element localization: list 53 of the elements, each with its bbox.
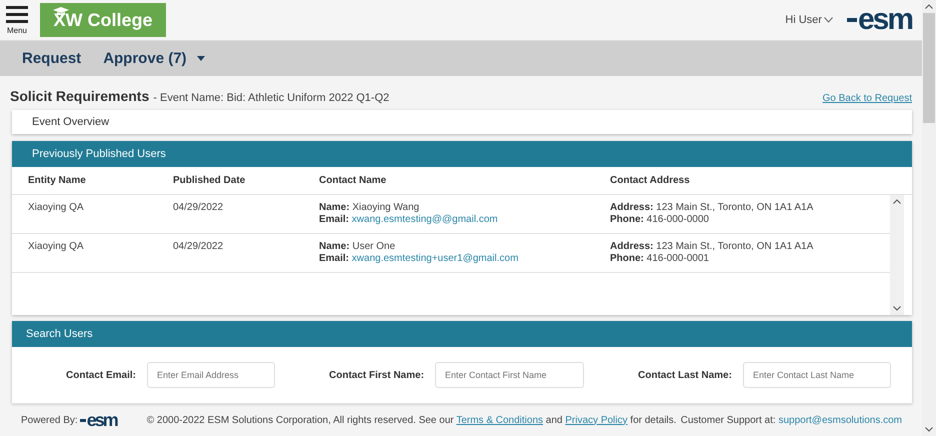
panel-header: Search Users — [12, 321, 912, 347]
chevron-up-icon — [925, 4, 933, 9]
contact-name: Name: Xiaoying Wang — [319, 202, 420, 213]
contact-email: Email: xwang.esmtesting+user1@gmail.com — [319, 253, 520, 264]
table-cell-text: Xiaoying QA — [28, 202, 85, 213]
nav-menu-item[interactable]: Approve (7) — [103, 50, 205, 67]
column-header: Contact Address — [610, 175, 691, 186]
contact-phone: Phone: 416-000-0000 — [610, 214, 710, 225]
input-field[interactable]: Enter Email Address — [147, 362, 276, 388]
chevron-down-icon — [824, 17, 833, 23]
event-name: - Event Name: Bid: Athletic Uniform 2022 Q1-Q2 — [153, 92, 390, 104]
email-link[interactable]: xwang.esmtesting+user1@gmail.com — [352, 253, 518, 264]
menu-icon — [6, 6, 28, 22]
field-label: Contact Email: — [66, 370, 136, 380]
column-header: Published Date — [173, 175, 246, 186]
user-menu[interactable]: Hi User — [785, 14, 833, 26]
panel-header: Previously Published Users — [12, 141, 912, 167]
chevron-up-icon — [893, 199, 901, 204]
terms-link[interactable]: Terms & Conditions — [456, 414, 544, 426]
contact-address: Address: 123 Main St., Toronto, ON 1A1 A1A — [610, 241, 814, 252]
brand-logo[interactable]: esm — [846, 5, 912, 35]
menu-button[interactable]: Menu — [6, 6, 28, 34]
input-field[interactable]: Enter Contact Last Name — [742, 362, 891, 388]
page-title: Solicit Requirements — [10, 88, 150, 104]
support-text: Customer Support at: support@esmsolutions.com — [680, 414, 902, 426]
contact-address: Address: 123 Main St., Toronto, ON 1A1 A1A — [610, 202, 814, 213]
copyright-text: © 2000-2022 ESM Solutions Corporation, All rights reserved. See our Terms & Conditions and Privacy Policy for details. — [146, 414, 676, 426]
contact-email: Email: xwang.esmtesting@@gmail.com — [319, 214, 499, 225]
graduation-cap-icon — [53, 7, 69, 15]
chevron-down-icon — [893, 306, 901, 311]
scrollbar[interactable] — [922, 0, 936, 436]
scrollbar-thumb[interactable] — [923, 13, 935, 123]
event-overview-panel[interactable]: Event Overview — [12, 110, 912, 134]
back-link[interactable]: Go Back to Request — [822, 93, 912, 104]
column-header: Entity Name — [28, 175, 87, 186]
caret-icon — [196, 56, 205, 61]
chevron-down-icon — [925, 427, 933, 432]
privacy-link[interactable]: Privacy Policy — [565, 414, 628, 426]
contact-phone: Phone: 416-000-0001 — [610, 253, 710, 264]
email-link[interactable]: xwang.esmtesting@@gmail.com — [352, 214, 498, 225]
table-cell-text: 04/29/2022 — [173, 202, 224, 213]
field-label: Contact Last Name: — [638, 370, 732, 380]
brand-logo[interactable]: esm — [80, 411, 117, 429]
input-field[interactable]: Enter Contact First Name — [435, 362, 584, 388]
field-label: Contact First Name: — [329, 370, 424, 380]
table-cell-text: 04/29/2022 — [173, 241, 224, 252]
column-header: Contact Name — [319, 175, 388, 186]
contact-name: Name: User One — [319, 241, 396, 252]
nav-menu-item[interactable]: Request — [22, 50, 82, 67]
scrollbar[interactable] — [890, 195, 904, 315]
powered-by-label: Powered By: — [21, 414, 78, 426]
table-cell-text: Xiaoying QA — [28, 241, 85, 252]
support-email-link[interactable]: support@esmsolutions.com — [778, 414, 902, 426]
